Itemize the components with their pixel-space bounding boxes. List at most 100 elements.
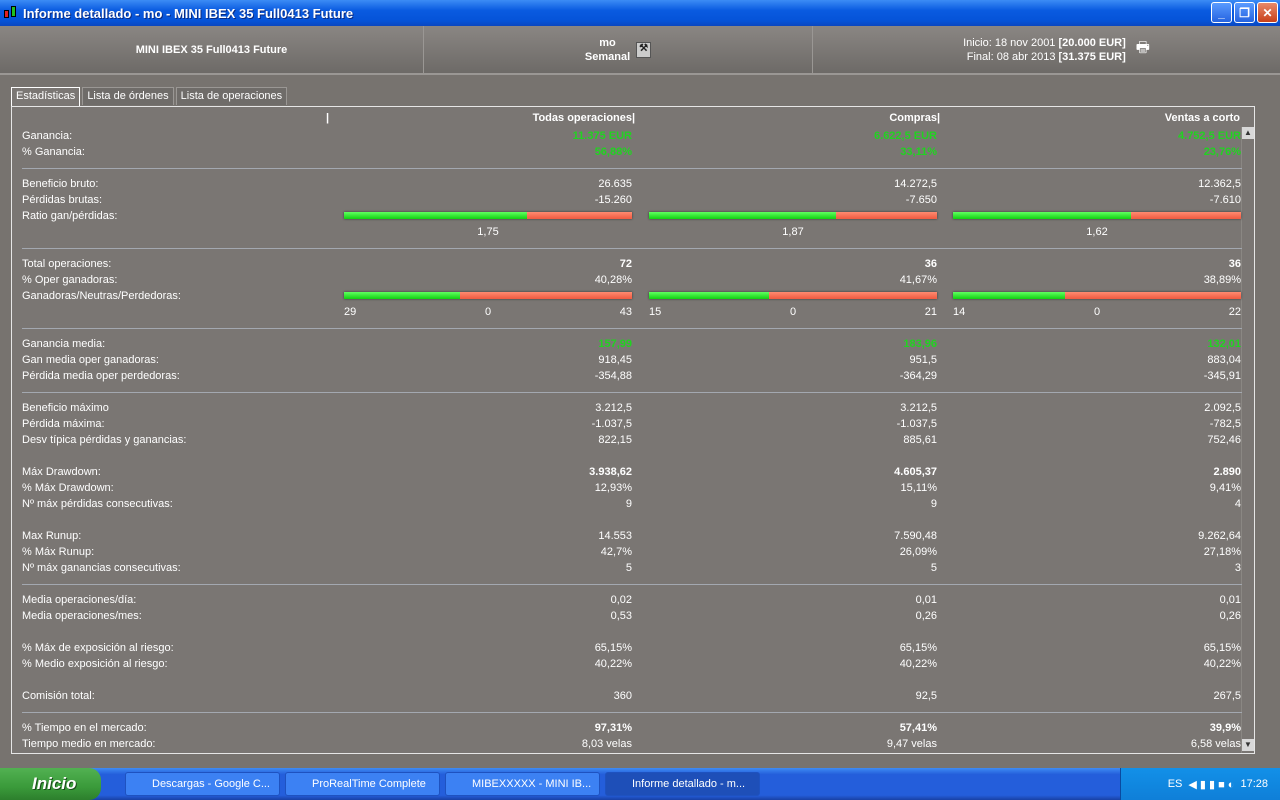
stat-label: Ganadoras/Neutras/Perdedoras:	[22, 290, 181, 302]
task-label: Descargas - Google C...	[152, 778, 270, 790]
stat-label: % Tiempo en el mercado:	[22, 722, 147, 734]
bar-red-segment	[769, 292, 937, 299]
taskbar-item-prorealtime[interactable]: ProRealTime Complete	[285, 772, 440, 796]
stat-row: % Medio exposición al riesgo: 40,22% 40,22…	[12, 656, 1242, 672]
stat-label: % Ganancia:	[22, 146, 85, 158]
stat-value: 40,22%	[594, 658, 632, 670]
bar-green-segment	[344, 292, 461, 299]
stat-value: 157,99	[598, 338, 632, 350]
bar-green-segment	[649, 292, 770, 299]
stat-value: -15.260	[594, 194, 632, 206]
bar-red-segment	[836, 212, 937, 219]
stat-value: 41,67%	[899, 274, 937, 286]
vertical-scrollbar[interactable]: ▲ ▼	[1241, 127, 1254, 753]
stat-value: 267,5	[1213, 690, 1241, 702]
stat-value: 4	[1234, 498, 1241, 510]
section-divider	[22, 584, 1242, 585]
stat-value: 57,41%	[899, 722, 937, 734]
stat-row: Beneficio máximo 3.212,5 3.212,5 2.092,5	[12, 400, 1242, 416]
stat-value: 3.212,5	[595, 402, 632, 414]
stat-value: 42,7%	[600, 546, 632, 558]
stat-value: 12.362,5	[1198, 178, 1241, 190]
stat-value: 4.752,5 EUR	[1178, 130, 1241, 142]
stat-value: 23,76%	[1203, 146, 1241, 158]
bar-green-segment	[649, 212, 837, 219]
stat-value: 132,01	[1207, 338, 1241, 350]
stat-label: Comisión total:	[22, 690, 95, 702]
clock: 17:28	[1240, 778, 1268, 790]
statistics-panel: | Todas operaciones | Compras | Ventas a c…	[11, 106, 1255, 754]
stat-value: -1.037,5	[896, 418, 937, 430]
stat-row: Nº máx ganancias consecutivas: 5 5 3	[12, 560, 1242, 576]
tab-lista-operaciones[interactable]: Lista de operaciones	[175, 87, 288, 105]
stat-row: Total operaciones: 72 36 36	[12, 256, 1242, 272]
stat-value: -782,5	[1209, 418, 1241, 430]
ratio-bar	[953, 292, 1241, 299]
stat-value: 36	[1228, 258, 1241, 270]
stat-value: 9	[930, 498, 937, 510]
system-tray: ES ◀ ▮ ▮ ■ ◐ 17:28	[1120, 768, 1280, 800]
stat-row: Pérdida media oper perdedoras: -354,88 -36…	[12, 368, 1242, 384]
printer-icon[interactable]: 🖶	[1136, 37, 1150, 62]
start-button[interactable]: Inicio	[0, 768, 101, 800]
stat-value: 2.092,5	[1204, 402, 1241, 414]
minimize-button[interactable]: _	[1211, 2, 1232, 23]
ratio-bar	[649, 292, 937, 299]
stat-label: Max Runup:	[22, 530, 82, 542]
stat-row: Pérdidas brutas: -15.260 -7.650 -7.610	[12, 192, 1242, 208]
stat-value: 8,03 velas	[581, 738, 632, 750]
stat-label: % Medio exposición al riesgo:	[22, 658, 168, 670]
taskbar-item-informe[interactable]: Informe detallado - m...	[605, 772, 760, 796]
stat-value: 97,31%	[594, 722, 632, 734]
stat-row: Max Runup: 14.553 7.590,48 9.262,64	[12, 528, 1242, 544]
scroll-up-button[interactable]: ▲	[1242, 127, 1254, 139]
column-header-all: Todas operaciones	[532, 112, 632, 124]
stat-value: 65,15%	[1203, 642, 1241, 654]
stat-value: 9.262,64	[1198, 530, 1241, 542]
stat-row: Beneficio bruto: 26.635 14.272,5 12.362,5	[12, 176, 1242, 192]
end-label: Final:	[966, 50, 994, 63]
stat-label: Beneficio máximo	[22, 402, 109, 414]
stat-row: Nº máx pérdidas consecutivas: 9 9 4	[12, 496, 1242, 512]
stat-label: Ganancia media:	[22, 338, 106, 350]
bar-green-segment	[344, 212, 528, 219]
stat-value: 26.635	[598, 178, 632, 190]
bar-red-segment	[527, 212, 632, 219]
stat-label: Gan media oper ganadoras:	[22, 354, 159, 366]
stat-label: Media operaciones/día:	[22, 594, 137, 606]
stat-value: 9,41%	[1209, 482, 1241, 494]
taskbar-item-chrome[interactable]: Descargas - Google C...	[125, 772, 280, 796]
taskbar-item-mibex[interactable]: MIBEXXXXX - MINI IB...	[445, 772, 600, 796]
bar-green-segment	[953, 212, 1132, 219]
stat-value: -1.037,5	[591, 418, 632, 430]
scroll-down-button[interactable]: ▼	[1242, 739, 1254, 751]
ratio-bar	[344, 292, 632, 299]
stat-row: % Tiempo en el mercado: 97,31% 57,41% 39,9%	[12, 720, 1242, 736]
end-capital: [31.375 EUR]	[1058, 50, 1126, 63]
close-button[interactable]: ✕	[1257, 2, 1278, 23]
section-divider	[22, 248, 1242, 249]
stat-label: Nº máx pérdidas consecutivas:	[22, 498, 173, 510]
section-divider	[22, 328, 1242, 329]
section-divider	[22, 168, 1242, 169]
scroll-track[interactable]	[1242, 139, 1253, 739]
stat-row: % Máx Drawdown: 12,93% 15,11% 9,41%	[12, 480, 1242, 496]
stat-value: 6,58 velas	[1190, 738, 1241, 750]
stat-label: Beneficio bruto:	[22, 178, 99, 190]
task-label: ProRealTime Complete	[312, 778, 426, 790]
tab-lista-ordenes[interactable]: Lista de órdenes	[82, 87, 174, 105]
tray-icons: ◀ ▮ ▮ ■ ◐	[1188, 778, 1235, 791]
stat-label: Pérdidas brutas:	[22, 194, 103, 206]
tab-estadisticas[interactable]: Estadísticas	[11, 87, 81, 106]
edit-wrench-icon[interactable]: ⚒	[636, 41, 652, 58]
language-indicator[interactable]: ES	[1168, 778, 1183, 790]
bar-red-segment	[1131, 212, 1241, 219]
window-title: Informe detallado - mo - MINI IBEX 35 Fu…	[23, 5, 354, 21]
task-label: Informe detallado - m...	[632, 778, 746, 790]
stat-value: 0,26	[915, 610, 937, 622]
period: Semanal	[584, 50, 631, 63]
stat-value: 951,5	[909, 354, 937, 366]
restore-button[interactable]: ❐	[1234, 2, 1255, 23]
column-header-buys: Compras	[889, 112, 937, 124]
stat-label: Total operaciones:	[22, 258, 112, 270]
